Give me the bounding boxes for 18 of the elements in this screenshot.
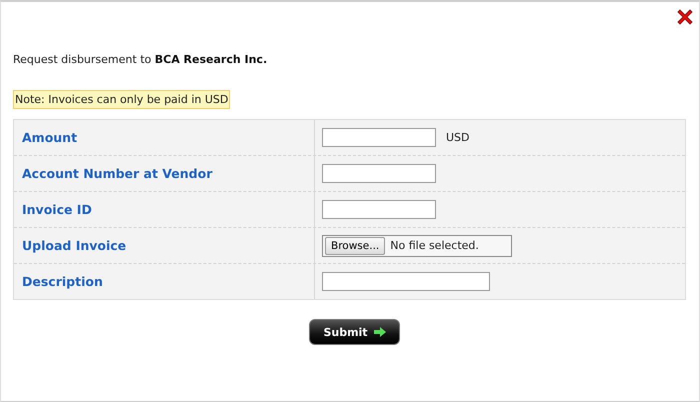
field-label: Account Number at Vendor — [22, 166, 212, 181]
unit-label: USD — [446, 131, 470, 144]
file-field[interactable]: Browse... No file selected. — [322, 234, 512, 256]
close-icon[interactable] — [677, 9, 693, 25]
input-field[interactable] — [322, 200, 436, 219]
submit-button[interactable]: Submit — [309, 319, 400, 345]
input-field[interactable] — [322, 128, 436, 147]
input-field[interactable] — [322, 272, 490, 291]
input-field[interactable] — [322, 164, 436, 183]
field-label: Invoice ID — [22, 202, 92, 217]
field-label: Description — [22, 274, 103, 289]
arrow-icon — [374, 327, 386, 337]
field-label: Amount — [22, 130, 78, 145]
browse-button[interactable]: Browse... — [325, 236, 386, 254]
intro-text: Request disbursement to BCA Research Inc. — [13, 53, 268, 66]
note-text: Note: Invoices can only be paid in USD — [13, 90, 230, 109]
file-status: No file selected. — [390, 239, 479, 252]
field-label: Upload Invoice — [22, 238, 126, 253]
